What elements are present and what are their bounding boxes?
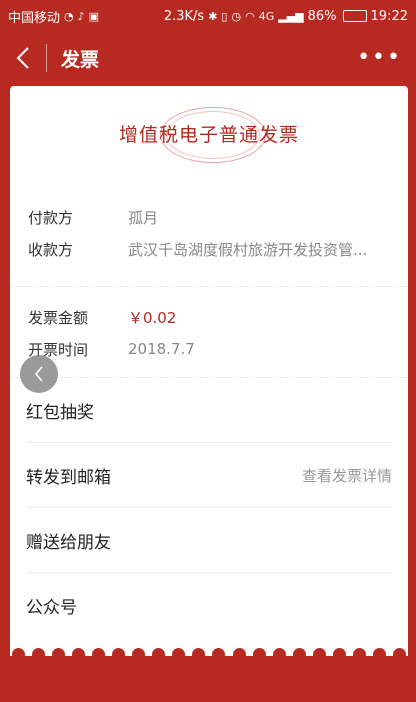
menu-item-lucky-draw[interactable]: 红包抽奖 [26, 378, 392, 443]
scallop-dot [292, 648, 306, 661]
carrier-label: 中国移动 [8, 10, 61, 26]
scallop-dot [52, 648, 66, 661]
scallop-dot [232, 648, 246, 661]
menu-item-label: 赠送给朋友 [26, 532, 111, 553]
action-menu: 红包抽奖 转发到邮箱 查看发票详情 赠送给朋友 公众号 [10, 378, 408, 638]
tiktok-icon: ♪ [77, 9, 85, 23]
back-button[interactable] [0, 32, 46, 84]
scallop-dot [12, 648, 25, 661]
scalloped-edge [10, 648, 408, 664]
amount-section: 发票金额 ￥0.02 开票时间 2018.7.7 [10, 287, 408, 365]
alarm-icon: ◷ [231, 9, 242, 23]
menu-item-label: 转发到邮箱 [26, 467, 111, 488]
payer-label: 付款方 [28, 208, 74, 227]
shop-icon: ▣ [88, 9, 100, 23]
payee-value: 武汉千岛湖度假村旅游开发投资管... [128, 240, 368, 259]
vibrate-icon: ▯ [221, 9, 228, 23]
more-options-button[interactable]: ••• [357, 47, 402, 69]
payee-label: 收款方 [28, 240, 74, 259]
scallop-dot [312, 648, 326, 661]
scallop-dot [352, 648, 366, 661]
menu-item-gift-friend[interactable]: 赠送给朋友 [26, 508, 392, 573]
date-value: 2018.7.7 [128, 340, 195, 358]
payer-row: 付款方 孤月 [10, 201, 408, 233]
scallop-dot [252, 648, 266, 661]
scallop-dot [72, 648, 86, 661]
amount-value: ￥0.02 [128, 308, 177, 327]
invoice-header: 增值税电子普通发票 [10, 86, 408, 201]
scallop-dot [92, 648, 106, 661]
clock: 19:22 [370, 8, 408, 24]
network-speed: 2.3K/s [163, 8, 205, 24]
payer-value: 孤月 [128, 208, 159, 227]
battery-icon [342, 10, 367, 22]
nav-divider [46, 44, 47, 72]
menu-item-label: 红包抽奖 [26, 402, 94, 423]
app-notification-icon: ◔ [64, 9, 74, 23]
invoice-card: 增值税电子普通发票 付款方 孤月 收款方 武汉千岛湖度假村旅游开发投资管... … [10, 86, 408, 656]
more-dots-icon: ••• [357, 45, 402, 70]
bluetooth-icon: ✱ [208, 9, 218, 23]
scallop-dot [112, 648, 126, 661]
scallop-dot [212, 648, 226, 661]
invoice-title: 增值税电子普通发票 [118, 124, 299, 146]
battery-percent: 86% [307, 8, 337, 24]
menu-item-label: 公众号 [26, 598, 77, 618]
view-invoice-details-link[interactable]: 查看发票详情 [302, 465, 392, 486]
wifi-icon: ◠ [245, 9, 255, 23]
amount-label: 发票金额 [28, 308, 89, 327]
scallop-dot [392, 648, 406, 661]
scallop-dot [172, 648, 186, 661]
scallop-dot [152, 648, 166, 661]
menu-item-forward-email[interactable]: 转发到邮箱 查看发票详情 [26, 443, 392, 508]
payee-row: 收款方 武汉千岛湖度假村旅游开发投资管... [10, 233, 408, 265]
menu-item-official-account[interactable]: 公众号 [26, 573, 392, 638]
page-title: 发票 [61, 48, 100, 71]
scallop-dot [192, 648, 206, 661]
chevron-left-icon [16, 47, 29, 69]
party-section: 付款方 孤月 收款方 武汉千岛湖度假村旅游开发投资管... [10, 201, 408, 265]
scallop-dot [32, 648, 46, 661]
chevron-left-icon [34, 366, 43, 382]
scallop-dot [372, 648, 386, 661]
date-row: 开票时间 2018.7.7 [10, 333, 408, 365]
scallop-dot [272, 648, 286, 661]
nav-bar: 发票 ••• [0, 32, 416, 84]
scallop-dot [332, 648, 346, 661]
signal-icon: ▂▄▆ [278, 9, 304, 23]
floating-back-button[interactable] [20, 355, 58, 393]
status-bar: 中国移动 ◔ ♪ ▣ 2.3K/s ✱ ▯ ◷ ◠ 4G ▂▄▆ 86% 19:… [0, 0, 416, 32]
scallop-dot [132, 648, 146, 661]
amount-row: 发票金额 ￥0.02 [10, 301, 408, 333]
network-type: 4G [258, 9, 275, 23]
